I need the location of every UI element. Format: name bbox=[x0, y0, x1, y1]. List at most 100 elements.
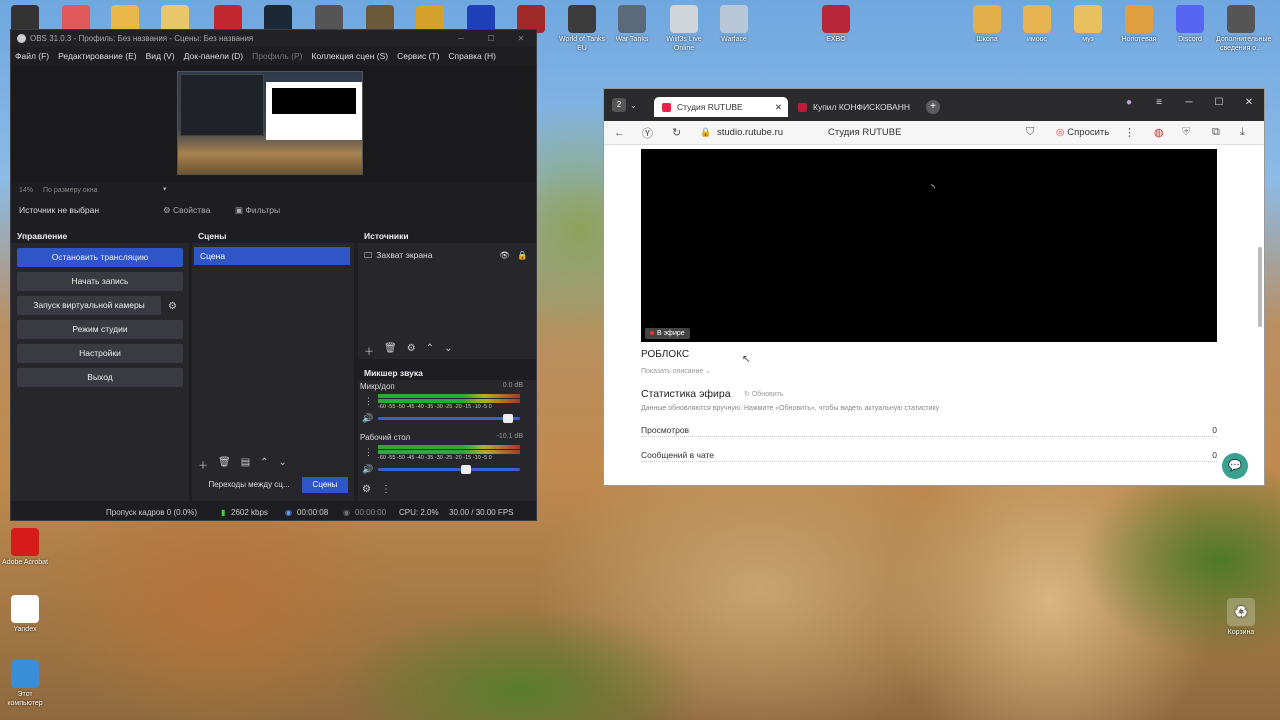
menu-item[interactable]: Сервис (T) bbox=[397, 51, 439, 61]
controls-header: Управление bbox=[11, 229, 189, 243]
scene-item[interactable]: Сцена bbox=[194, 247, 350, 265]
extension-icon[interactable]: ◍ bbox=[1154, 126, 1164, 139]
virtual-camera-settings-icon[interactable]: ⚙ bbox=[168, 301, 177, 312]
speaker-icon[interactable]: 🔊 bbox=[362, 464, 373, 475]
tab-count-badge[interactable]: 2 bbox=[612, 98, 626, 112]
desktop-icon[interactable]: War Tanks bbox=[607, 5, 657, 44]
browser-tab-active[interactable]: Студия RUTUBE ✕ bbox=[654, 97, 788, 117]
scrollbar[interactable] bbox=[1258, 247, 1262, 327]
shield-icon[interactable]: ⛨ bbox=[1182, 126, 1190, 139]
volume-slider[interactable] bbox=[378, 414, 520, 423]
preview-video bbox=[272, 88, 356, 114]
desktop-icon[interactable]: Warface bbox=[709, 5, 759, 44]
minimize-icon[interactable]: ─ bbox=[1174, 97, 1204, 108]
obs-menubar: Файл (F) Редактирование (E) Вид (V) Док-пан… bbox=[11, 47, 536, 65]
desktop-icon[interactable]: Дополнительные сведения о... bbox=[1216, 5, 1271, 53]
tab-transitions[interactable]: Переходы между сц... bbox=[196, 477, 302, 493]
speaker-icon[interactable]: 🔊 bbox=[362, 413, 373, 424]
live-badge: В эфире bbox=[645, 328, 690, 339]
menu-item[interactable]: Коллекция сцен (S) bbox=[312, 51, 389, 61]
filters-button[interactable]: ▣ Фильтры bbox=[235, 205, 280, 216]
gear-icon[interactable]: ⚙ bbox=[362, 484, 371, 495]
maximize-icon[interactable]: ☐ bbox=[1204, 97, 1234, 108]
collections-icon[interactable]: ⧉ bbox=[1212, 126, 1220, 139]
control-button[interactable]: Настройки bbox=[17, 344, 183, 363]
show-description-link[interactable]: Показать описание ⌄ bbox=[641, 367, 711, 375]
menu-icon[interactable]: ≡ bbox=[1144, 97, 1174, 108]
profile-icon[interactable]: ● bbox=[1114, 97, 1144, 108]
trash-icon[interactable]: 🗑 bbox=[384, 343, 397, 358]
new-tab-icon[interactable]: + bbox=[926, 100, 940, 114]
chevron-down-icon[interactable]: ▾ bbox=[163, 185, 167, 193]
more-icon[interactable]: ⋮ bbox=[364, 447, 373, 458]
desktop-icon[interactable]: муз bbox=[1063, 5, 1113, 44]
stream-icon: ◉ bbox=[285, 507, 292, 517]
menu-item[interactable]: Файл (F) bbox=[15, 51, 49, 61]
control-button[interactable]: Остановить трансляцию bbox=[17, 248, 183, 267]
move-up-icon[interactable]: ⌃ bbox=[260, 457, 268, 472]
desktop-icon[interactable]: Discord bbox=[1165, 5, 1215, 44]
reload-icon[interactable]: ↻ bbox=[672, 126, 681, 139]
tab-scenes[interactable]: Сцены bbox=[302, 477, 348, 493]
folder-icon bbox=[1074, 5, 1102, 33]
video-player[interactable]: ◝ В эфире bbox=[641, 149, 1217, 342]
yandex-logo-icon[interactable]: Ⓨ bbox=[642, 125, 653, 141]
refresh-button[interactable]: ↻ Обновить bbox=[744, 390, 784, 398]
control-button[interactable]: Начать запись bbox=[17, 272, 183, 291]
desktop-icon[interactable]: Школа bbox=[962, 5, 1012, 44]
menu-item[interactable]: Вид (V) bbox=[146, 51, 175, 61]
source-item[interactable]: 🖵 Захват экрана 👁 🔒 bbox=[358, 247, 536, 263]
desktop-icon[interactable]: Yandex bbox=[0, 595, 50, 634]
more-icon[interactable]: ⋮ bbox=[364, 396, 373, 407]
bookmark-icon[interactable]: ⛉ bbox=[1026, 126, 1034, 139]
download-icon[interactable]: ⤓ bbox=[1240, 126, 1245, 139]
slider-knob[interactable] bbox=[503, 414, 513, 423]
desktop-icon-recycle-bin[interactable]: ♻ Корзина bbox=[1216, 598, 1266, 637]
obs-preview[interactable] bbox=[11, 65, 536, 183]
control-button[interactable]: Выход bbox=[17, 368, 183, 387]
ask-button[interactable]: ◎ Спросить bbox=[1056, 127, 1109, 138]
zoom-mode[interactable]: По размеру окна bbox=[43, 187, 97, 194]
properties-button[interactable]: ⚙ Свойства bbox=[163, 205, 210, 216]
desktop-icon[interactable]: имоос bbox=[1012, 5, 1062, 44]
volume-slider[interactable] bbox=[378, 465, 520, 474]
menu-item[interactable]: Редактирование (E) bbox=[58, 51, 136, 61]
add-icon[interactable]: ＋ bbox=[198, 457, 208, 472]
add-icon[interactable]: ＋ bbox=[364, 343, 374, 358]
desktop-icon[interactable]: Этот компьютер bbox=[0, 660, 50, 708]
move-down-icon[interactable]: ⌄ bbox=[279, 457, 287, 472]
scenes-dock: Сцены Сцена ＋ 🗑 ▤ ⌃ ⌄ Переходы между сц.… bbox=[192, 229, 354, 501]
close-icon[interactable]: ✕ bbox=[506, 34, 536, 43]
control-button[interactable]: Режим студии bbox=[17, 320, 183, 339]
scene-filter-icon[interactable]: ▤ bbox=[241, 457, 250, 472]
desktop-icon[interactable]: World of Tanks EU bbox=[557, 5, 607, 53]
move-up-icon[interactable]: ⌃ bbox=[426, 343, 434, 358]
gear-icon[interactable]: ⚙ bbox=[407, 343, 416, 358]
control-button[interactable]: Запуск виртуальной камеры bbox=[17, 296, 161, 315]
desktop-icon[interactable]: Нопотевая bbox=[1114, 5, 1164, 44]
desktop-icon[interactable]: EXBO bbox=[811, 5, 861, 44]
minimize-icon[interactable]: ─ bbox=[446, 34, 476, 43]
browser-tab[interactable]: Купил КОНФИСКОВАНН bbox=[790, 97, 920, 117]
trash-icon[interactable]: 🗑 bbox=[218, 457, 231, 472]
menu-item[interactable]: Справка (H) bbox=[448, 51, 496, 61]
folder-icon bbox=[973, 5, 1001, 33]
eye-icon[interactable]: 👁 bbox=[499, 250, 510, 261]
close-tab-icon[interactable]: ✕ bbox=[775, 102, 782, 113]
stat-value: 0 bbox=[1212, 425, 1217, 435]
more-icon[interactable]: ⋮ bbox=[1124, 126, 1135, 139]
back-icon[interactable]: ← bbox=[614, 127, 625, 139]
menu-item[interactable]: Док-панели (D) bbox=[184, 51, 243, 61]
url-text[interactable]: studio.rutube.ru bbox=[717, 127, 783, 138]
slider-knob[interactable] bbox=[461, 465, 471, 474]
more-icon[interactable]: ⋮ bbox=[381, 484, 391, 495]
lock-icon[interactable]: 🔒 bbox=[517, 250, 528, 261]
move-down-icon[interactable]: ⌄ bbox=[444, 343, 452, 358]
maximize-icon[interactable]: ☐ bbox=[476, 34, 506, 43]
desktop-icon[interactable]: Adobe Acrobat bbox=[0, 528, 50, 567]
menu-item[interactable]: Профиль (P) bbox=[252, 51, 302, 61]
close-icon[interactable]: ✕ bbox=[1234, 97, 1264, 108]
chat-support-icon[interactable]: 💬 bbox=[1222, 453, 1248, 479]
desktop-icon[interactable]: Wiiif3s Live Online bbox=[659, 5, 709, 53]
chevron-down-icon[interactable]: ⌄ bbox=[630, 101, 637, 110]
